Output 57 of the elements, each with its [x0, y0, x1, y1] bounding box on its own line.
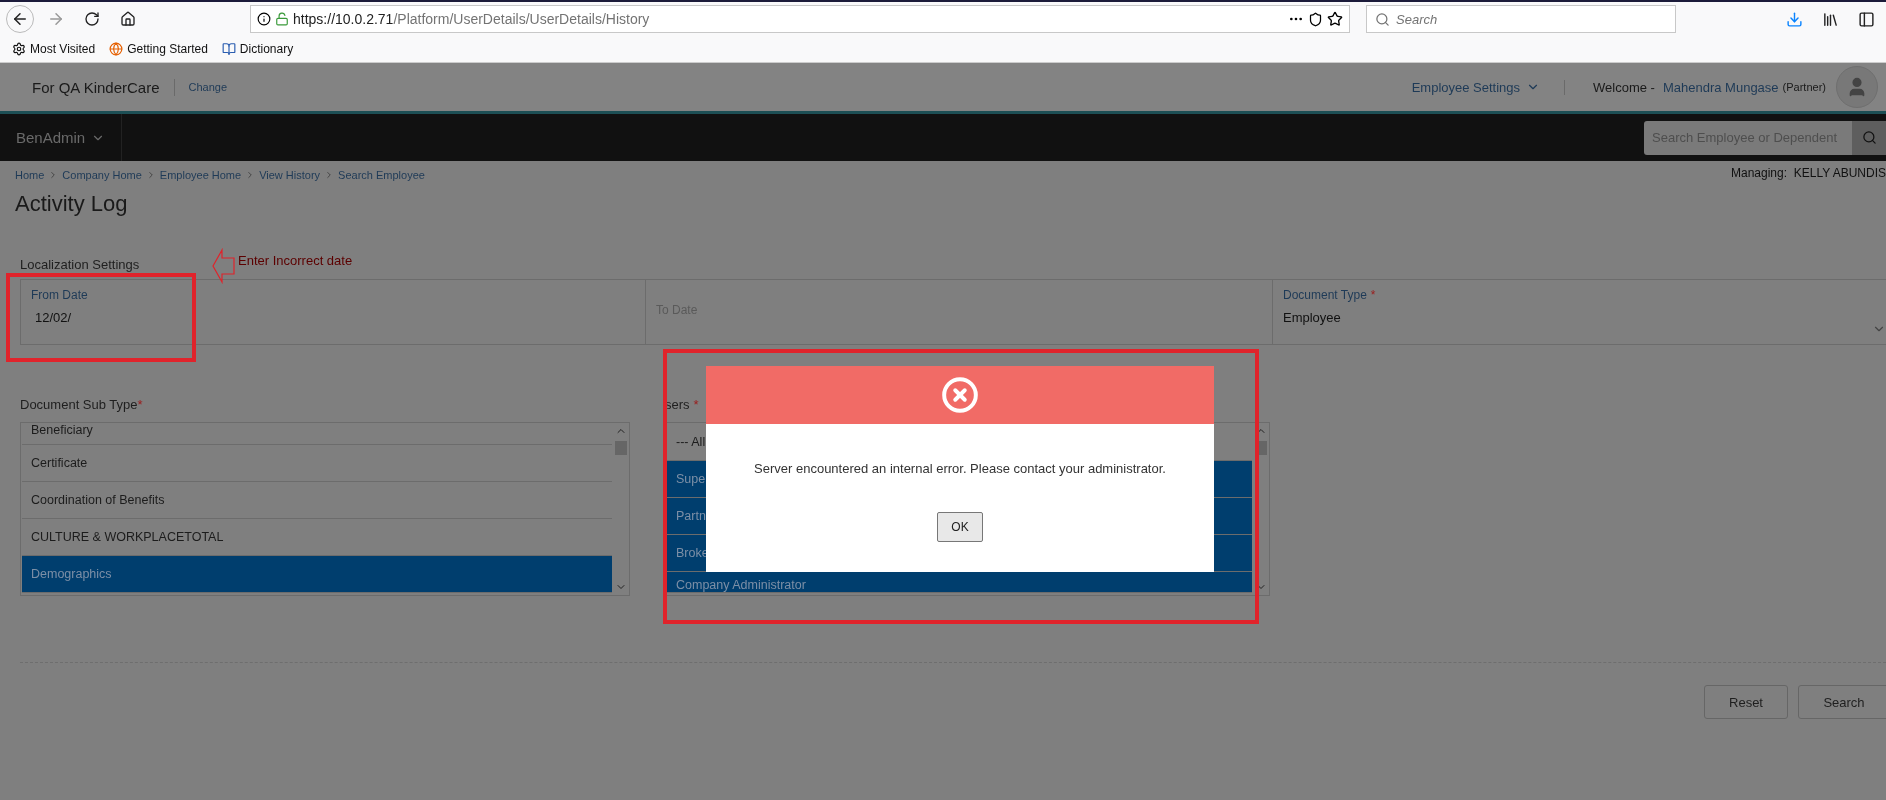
avatar-icon[interactable]: [1836, 66, 1878, 108]
welcome-text: Welcome -: [1593, 79, 1655, 95]
breadcrumb-link[interactable]: Employee Home: [159, 169, 242, 181]
bookmark-link[interactable]: Dictionary: [239, 42, 294, 56]
gear-icon: [12, 42, 26, 56]
url-text: https://10.0.2.71/Platform/UserDetails/UserDetails/History: [293, 11, 651, 27]
search-field[interactable]: Search: [1366, 5, 1676, 33]
company-name: For QA KinderCare: [32, 78, 175, 96]
error-message: Server encountered an internal error. Please contact your administrator.: [754, 461, 1166, 476]
address-bar[interactable]: https://10.0.2.71/Platform/UserDetails/UserDetails/History: [250, 5, 1350, 33]
list-item[interactable]: Coordination of Benefits: [22, 482, 612, 519]
list-item[interactable]: Certificate: [22, 445, 612, 482]
user-name-link[interactable]: Mahendra Mungase: [1662, 79, 1779, 95]
breadcrumb-link[interactable]: Company Home: [62, 169, 142, 181]
app-menu[interactable]: BenAdmin: [0, 114, 123, 161]
document-type-select[interactable]: Document Type * Employee: [1272, 280, 1886, 344]
book-icon: [221, 42, 236, 56]
forward-icon: [47, 10, 65, 28]
section-title: Localization Settings: [20, 255, 140, 274]
shield-icon[interactable]: [1308, 11, 1323, 27]
back-icon: [11, 10, 29, 28]
error-icon: [941, 376, 979, 414]
home-icon: [120, 11, 136, 27]
employee-settings-menu[interactable]: Employee Settings: [1411, 79, 1566, 95]
breadcrumb-link[interactable]: Home: [15, 169, 45, 181]
search-button[interactable]: [1852, 120, 1886, 155]
ok-button[interactable]: OK: [937, 512, 983, 542]
annotation-text: Enter Incorrect date: [238, 253, 353, 268]
sidebar-icon: [1857, 10, 1875, 28]
info-icon: [257, 12, 271, 26]
search-icon: [1861, 130, 1877, 145]
bookmark-icon[interactable]: [1327, 11, 1343, 27]
change-link[interactable]: Change: [188, 81, 228, 93]
list-item[interactable]: Demographics: [22, 556, 612, 593]
arrow-icon: [212, 248, 236, 284]
page-title: Activity Log: [15, 191, 129, 218]
globe-icon: [109, 42, 124, 56]
list-label: Document Sub Type*: [20, 397, 144, 412]
search-button[interactable]: Search: [1798, 685, 1886, 719]
breadcrumb-link[interactable]: View History: [259, 169, 321, 181]
list-item[interactable]: Beneficiary: [22, 423, 612, 445]
breadcrumb-link[interactable]: Search Employee: [338, 169, 425, 181]
scrollbar-thumb[interactable]: [615, 441, 627, 455]
list-item[interactable]: Company Administrator: [667, 572, 1252, 593]
download-icon: [1785, 10, 1803, 28]
lock-icon: [275, 12, 289, 26]
managing-text: Managing: KELLY ABUNDIS: [1731, 165, 1886, 180]
user-role: (Partner): [1782, 81, 1826, 93]
bookmark-link[interactable]: Getting Started: [127, 42, 208, 56]
reload-icon: [84, 11, 100, 27]
from-date-field[interactable]: From Date 12/02/: [20, 280, 645, 344]
list-box[interactable]: Beneficiary Certificate Coordination of Benefits CULTURE & WORKPLACETOTAL Demographics: [20, 422, 630, 596]
reset-button[interactable]: Reset: [1704, 685, 1788, 719]
search-placeholder: Search: [1396, 11, 1438, 27]
library-icon: [1821, 10, 1839, 28]
bookmark-link[interactable]: Most Visited: [30, 42, 96, 56]
search-icon: [1375, 11, 1390, 27]
